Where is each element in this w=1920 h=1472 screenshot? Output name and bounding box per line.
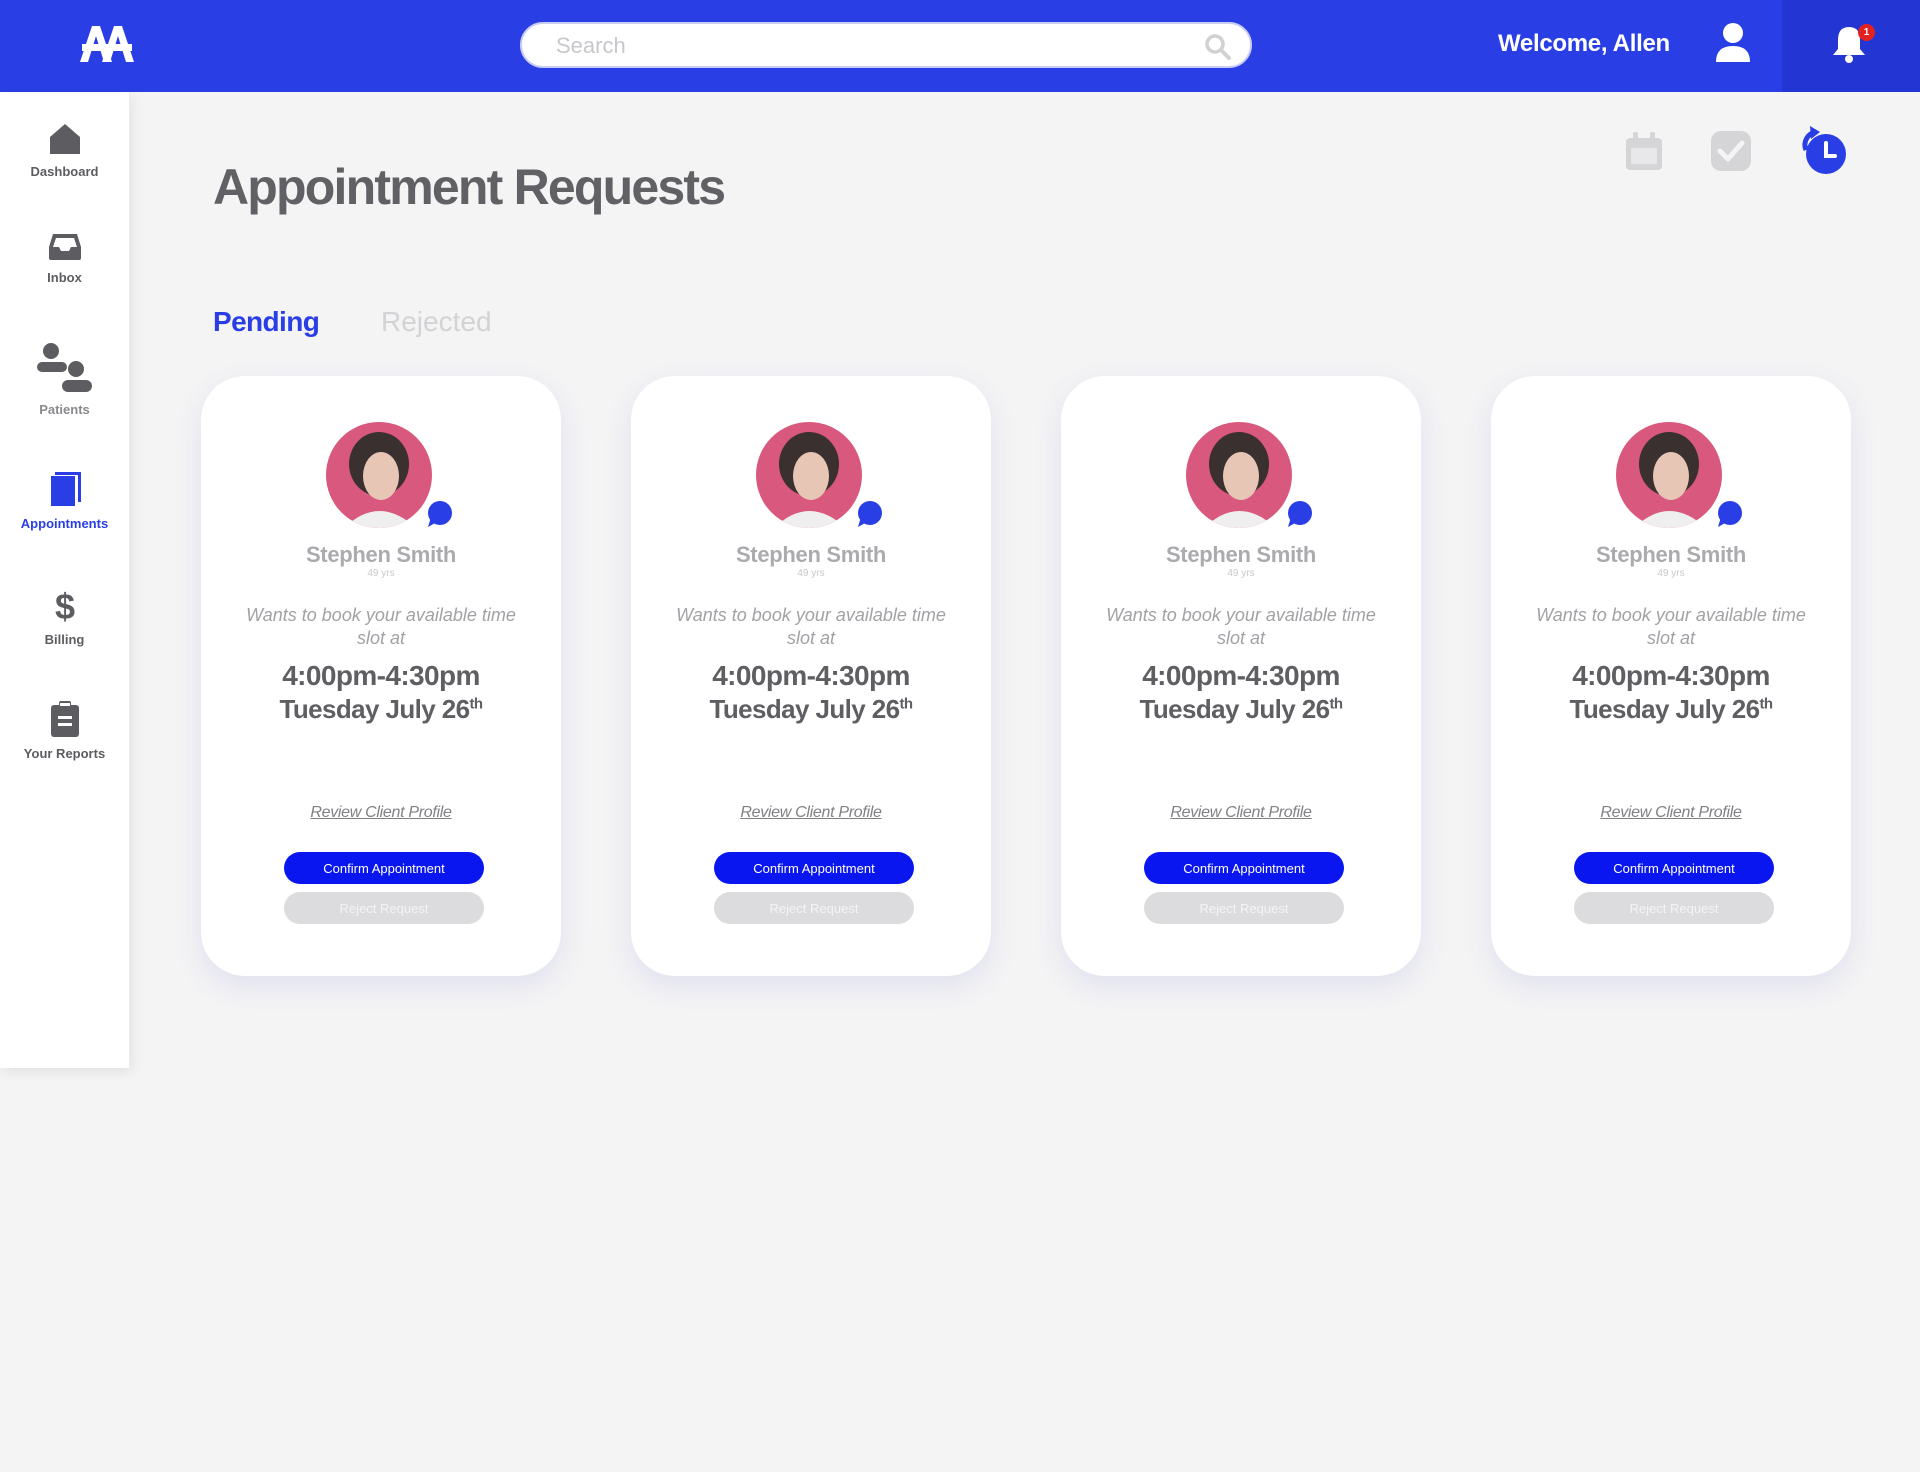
patient-avatar[interactable] — [1616, 422, 1722, 528]
confirm-appointment-button[interactable]: Confirm Appointment — [284, 852, 484, 884]
patient-avatar[interactable] — [326, 422, 432, 528]
reject-request-button[interactable]: Reject Request — [284, 892, 484, 924]
appointment-card: Stephen Smith 49 yrs Wants to book your … — [1061, 376, 1421, 976]
slot-date-suffix: th — [1329, 695, 1343, 713]
sidebar-item-dashboard[interactable]: Dashboard — [0, 122, 129, 179]
confirm-appointment-button[interactable]: Confirm Appointment — [1574, 852, 1774, 884]
sidebar-item-inbox[interactable]: Inbox — [0, 232, 129, 285]
reject-request-button[interactable]: Reject Request — [714, 892, 914, 924]
slot-date: Tuesday July 26th — [1491, 694, 1851, 725]
slot-date-text: Tuesday July 26 — [1139, 694, 1331, 724]
check-icon[interactable] — [1710, 130, 1752, 172]
confirm-appointment-button[interactable]: Confirm Appointment — [714, 852, 914, 884]
sidebar-item-label: Your Reports — [23, 746, 106, 761]
slot-date-suffix: th — [1759, 695, 1773, 713]
welcome-text: Welcome, Allen — [1498, 30, 1670, 57]
sidebar-item-label: Dashboard — [30, 164, 99, 179]
slot-date: Tuesday July 26th — [631, 694, 991, 725]
appointment-card: Stephen Smith 49 yrs Wants to book your … — [201, 376, 561, 976]
calendar-icon[interactable] — [1624, 130, 1664, 172]
slot-date-suffix: th — [899, 695, 913, 713]
svg-text:$: $ — [54, 588, 74, 624]
slot-date-text: Tuesday July 26 — [279, 694, 471, 724]
patient-name: Stephen Smith — [305, 542, 457, 567]
appointment-card: Stephen Smith 49 yrs Wants to book your … — [1491, 376, 1851, 976]
request-text: Wants to book your available time slot a… — [1106, 605, 1376, 648]
review-client-profile-link[interactable]: Review Client Profile — [201, 804, 561, 822]
slot-time: 4:00pm-4:30pm — [282, 660, 480, 691]
patient-age: 49 yrs — [797, 568, 825, 579]
sidebar: Dashboard Inbox Patients Appointments $ … — [0, 92, 129, 1068]
slot-time: 4:00pm-4:30pm — [1142, 660, 1340, 691]
patient-avatar[interactable] — [1186, 422, 1292, 528]
sidebar-item-billing[interactable]: $ Billing — [0, 588, 129, 647]
confirm-appointment-button[interactable]: Confirm Appointment — [1144, 852, 1344, 884]
home-icon — [49, 124, 80, 154]
request-text: Wants to book your available time slot a… — [676, 605, 946, 648]
chat-bubble-icon[interactable] — [855, 500, 883, 528]
view-switcher — [1620, 124, 1850, 176]
page-title: Appointment Requests — [213, 159, 726, 215]
slot-date-text: Tuesday July 26 — [1569, 694, 1761, 724]
inbox-icon — [48, 234, 81, 260]
dollar-icon: $ — [54, 588, 74, 624]
sidebar-item-label: Appointments — [20, 516, 109, 531]
slot-date-text: Tuesday July 26 — [709, 694, 901, 724]
sidebar-item-your-reports[interactable]: Your Reports — [0, 700, 129, 761]
search-input[interactable] — [556, 32, 1176, 60]
sidebar-item-appointments[interactable]: Appointments — [0, 470, 129, 531]
appointment-card: Stephen Smith 49 yrs Wants to book your … — [631, 376, 991, 976]
sidebar-item-patients[interactable]: Patients — [0, 342, 129, 417]
slot-date: Tuesday July 26th — [201, 694, 561, 725]
book-icon — [50, 472, 81, 506]
users-icon — [36, 343, 92, 392]
slot-time: 4:00pm-4:30pm — [1572, 660, 1770, 691]
request-text: Wants to book your available time slot a… — [246, 605, 516, 648]
patient-age: 49 yrs — [1227, 568, 1255, 579]
chat-bubble-icon[interactable] — [1285, 500, 1313, 528]
patient-age: 49 yrs — [367, 568, 395, 579]
clipboard-icon — [50, 701, 79, 737]
search-icon[interactable] — [1204, 33, 1232, 61]
slot-date-suffix: th — [469, 695, 483, 713]
search-bar[interactable] — [520, 22, 1252, 68]
review-client-profile-link[interactable]: Review Client Profile — [631, 804, 991, 822]
reject-request-button[interactable]: Reject Request — [1574, 892, 1774, 924]
tab-rejected[interactable]: Rejected — [381, 306, 492, 338]
chat-bubble-icon[interactable] — [1715, 500, 1743, 528]
request-text: Wants to book your available time slot a… — [1536, 605, 1806, 648]
sidebar-item-label: Billing — [44, 632, 85, 647]
user-profile-icon[interactable] — [1714, 22, 1752, 64]
review-client-profile-link[interactable]: Review Client Profile — [1491, 804, 1851, 822]
patient-name: Stephen Smith — [1165, 542, 1317, 567]
patient-name: Stephen Smith — [735, 542, 887, 567]
patient-avatar[interactable] — [756, 422, 862, 528]
review-client-profile-link[interactable]: Review Client Profile — [1061, 804, 1421, 822]
clock-refresh-icon[interactable] — [1786, 124, 1850, 176]
top-header: AA Welcome, Allen 1 — [0, 0, 1920, 92]
reject-request-button[interactable]: Reject Request — [1144, 892, 1344, 924]
patient-name: Stephen Smith — [1595, 542, 1747, 567]
notification-badge: 1 — [1858, 24, 1875, 41]
slot-date: Tuesday July 26th — [1061, 694, 1421, 725]
app-logo[interactable] — [78, 22, 136, 66]
patient-age: 49 yrs — [1657, 568, 1685, 579]
slot-time: 4:00pm-4:30pm — [712, 660, 910, 691]
notifications-button[interactable]: 1 — [1782, 0, 1920, 92]
sidebar-item-label: Inbox — [47, 270, 82, 285]
chat-bubble-icon[interactable] — [425, 500, 453, 528]
tab-pending[interactable]: Pending — [213, 306, 320, 338]
sidebar-item-label: Patients — [39, 402, 90, 417]
